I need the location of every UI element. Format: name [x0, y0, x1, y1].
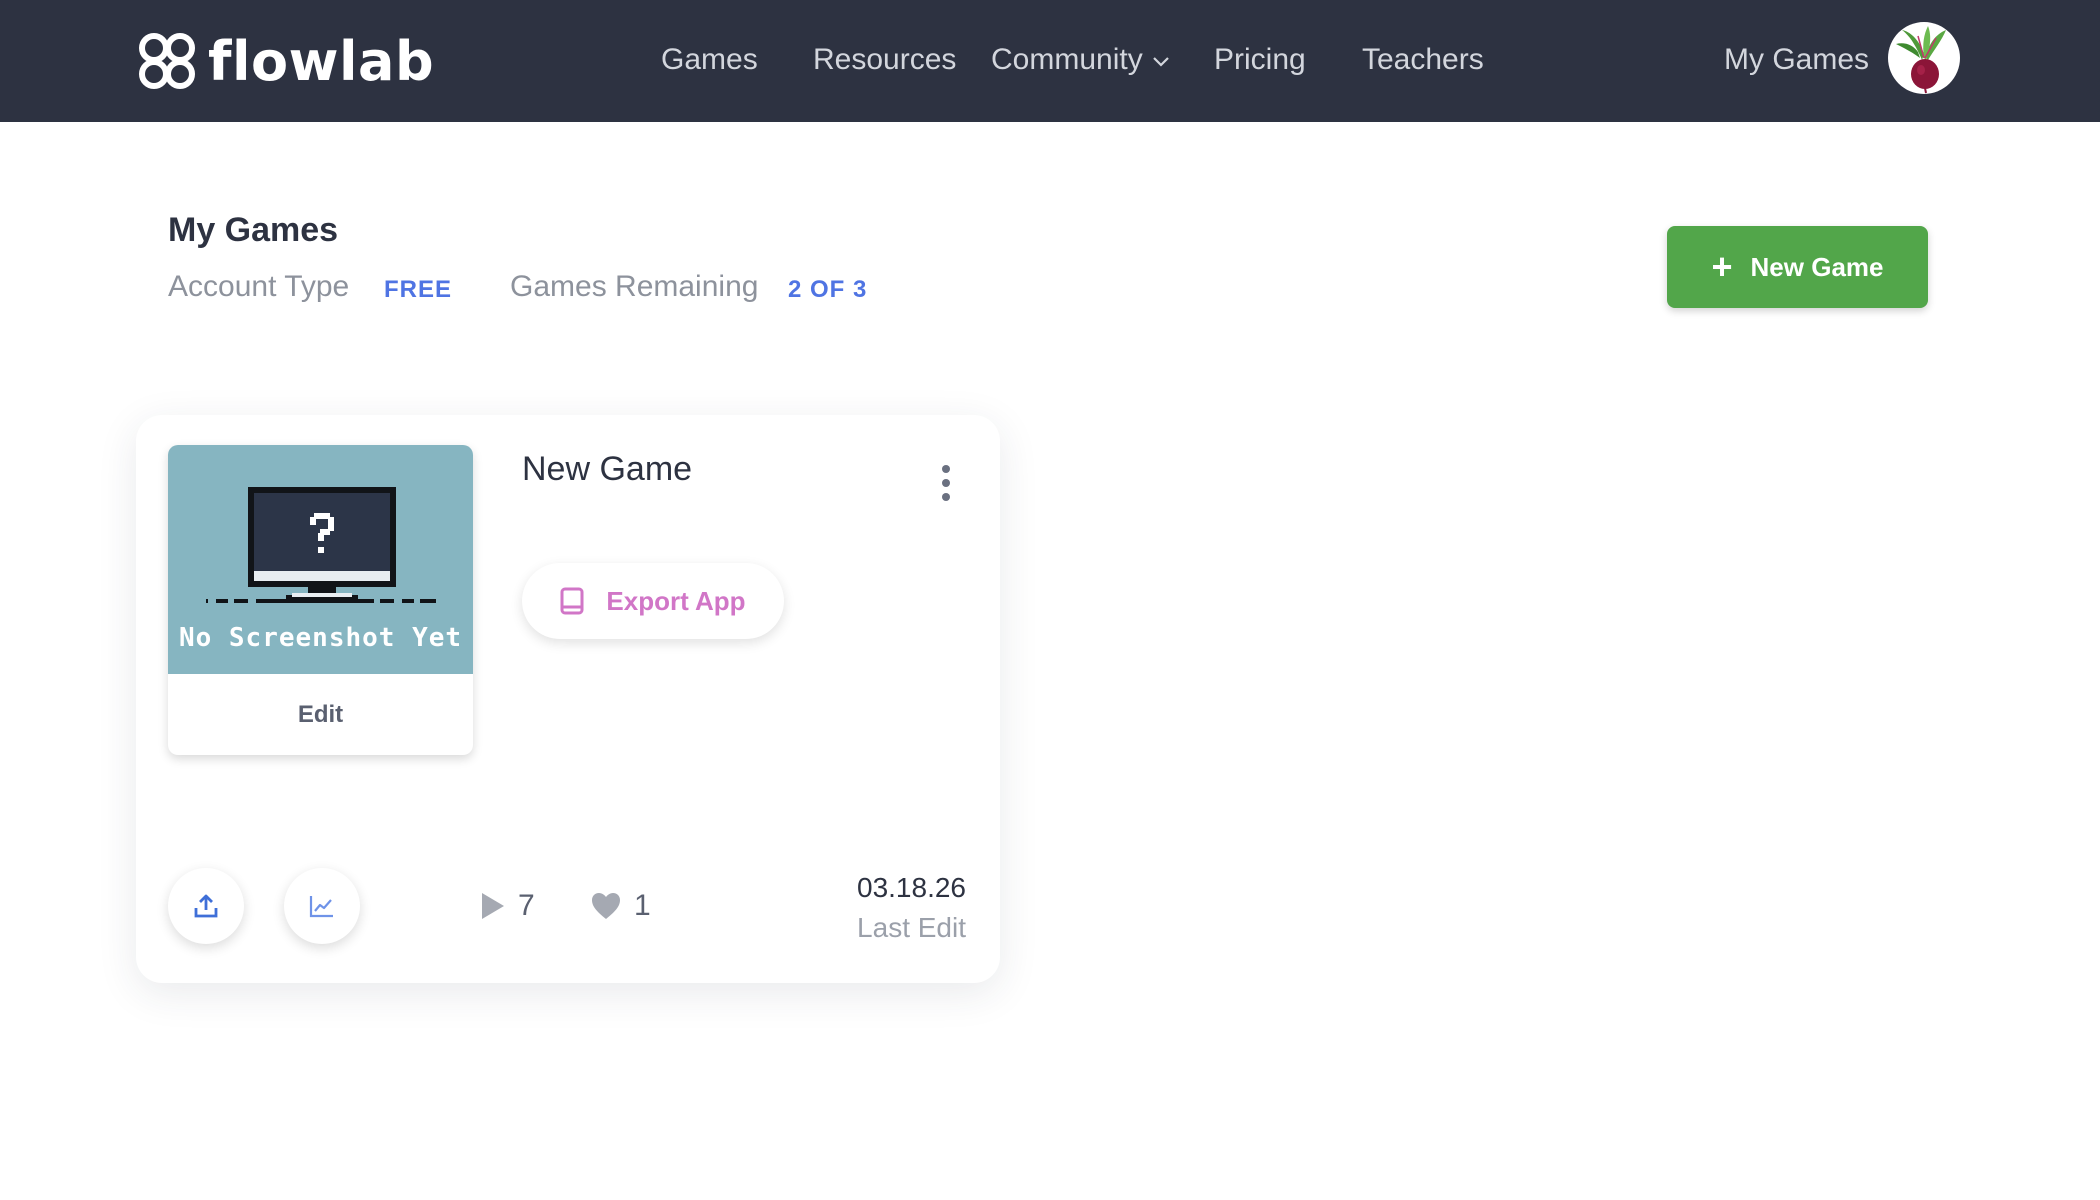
export-app-label: Export App [606, 585, 746, 616]
new-game-button-label: New Game [1750, 251, 1884, 282]
game-card: No Screenshot Yet Edit New Game Export A… [136, 415, 1000, 983]
brand-name: flowlab [208, 29, 435, 93]
likes-count: 1 [590, 887, 651, 925]
upload-icon [194, 894, 218, 918]
share-button[interactable] [168, 868, 244, 944]
avatar[interactable] [1888, 22, 1960, 94]
nav-community-label: Community [991, 43, 1143, 76]
nav-teachers[interactable]: Teachers [1362, 40, 1484, 80]
nav-my-games[interactable]: My Games [1724, 40, 1869, 80]
export-app-button[interactable]: Export App [522, 563, 784, 639]
line-chart-icon [309, 896, 333, 918]
heart-icon [592, 893, 620, 919]
games-remaining-label: Games Remaining [510, 270, 759, 303]
plays-count: 7 [478, 887, 535, 925]
chevron-down-icon [1152, 57, 1169, 67]
play-icon [482, 893, 504, 919]
last-edit-date: 03.18.26 [857, 872, 966, 903]
flowlab-knot-icon [139, 33, 195, 89]
game-title[interactable]: New Game [522, 449, 692, 489]
stats-button[interactable] [284, 868, 360, 944]
nav-resources[interactable]: Resources [813, 40, 956, 80]
plays-value: 7 [518, 889, 535, 922]
last-edit-label: Last Edit [857, 912, 966, 943]
top-navbar: flowlab Games Resources Community Pricin… [0, 0, 2100, 122]
games-remaining-value: 2 OF 3 [788, 276, 868, 303]
thumbnail-caption: No Screenshot Yet [178, 623, 463, 653]
new-game-button[interactable]: + New Game [1667, 226, 1928, 308]
flowlab-logo[interactable]: flowlab [134, 26, 434, 96]
kebab-dot [942, 465, 950, 473]
beet-avatar-icon [1896, 26, 1946, 94]
nav-pricing[interactable]: Pricing [1214, 40, 1306, 80]
kebab-dot [942, 479, 950, 487]
tablet-icon [560, 587, 584, 615]
account-type-value: FREE [384, 276, 453, 303]
edit-game-link[interactable]: Edit [168, 674, 473, 755]
nav-community[interactable]: Community [991, 40, 1171, 80]
nav-games[interactable]: Games [661, 40, 758, 80]
game-thumbnail-panel: No Screenshot Yet Edit [168, 445, 473, 755]
page-title: My Games [168, 211, 339, 249]
kebab-dot [942, 493, 950, 501]
kebab-menu-icon[interactable] [936, 465, 956, 501]
plus-icon: + [1711, 246, 1733, 287]
account-type-label: Account Type [168, 270, 350, 303]
game-thumbnail[interactable]: No Screenshot Yet [168, 445, 473, 674]
likes-value: 1 [634, 889, 651, 922]
